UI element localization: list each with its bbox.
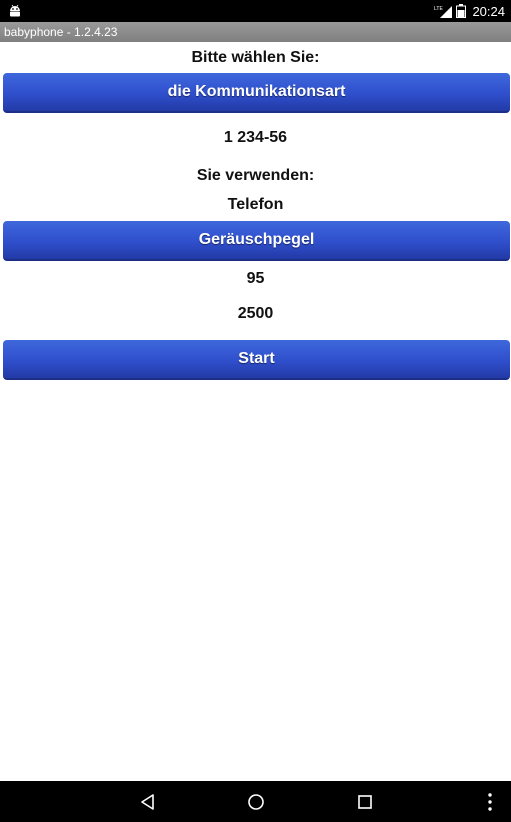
network-label: LTE xyxy=(434,6,443,12)
more-options-icon[interactable] xyxy=(479,791,501,813)
using-label: Sie verwenden: xyxy=(196,167,315,184)
recents-icon[interactable] xyxy=(354,791,376,813)
navigation-bar xyxy=(0,781,511,822)
lte-signal-icon: LTE xyxy=(434,6,453,18)
prompt-label: Bitte wählen Sie: xyxy=(191,49,320,66)
communication-type-button[interactable]: die Kommunikationsart xyxy=(3,73,510,113)
status-icons: LTE 20:24 xyxy=(434,0,505,22)
app-title-bar: babyphone - 1.2.4.23 xyxy=(0,22,511,42)
back-icon[interactable] xyxy=(137,791,159,813)
battery-icon xyxy=(456,4,467,18)
noise-level-button[interactable]: Geräuschpegel xyxy=(3,221,510,261)
clock: 20:24 xyxy=(472,3,505,19)
using-value: Telefon xyxy=(227,196,284,213)
status-bar: LTE 20:24 xyxy=(0,0,511,22)
android-icon xyxy=(10,4,20,17)
phone-number: 1 234-56 xyxy=(223,129,288,146)
delay-value: 2500 xyxy=(237,305,274,322)
home-icon[interactable] xyxy=(245,791,267,813)
noise-level-value: 95 xyxy=(246,270,265,287)
start-button[interactable]: Start xyxy=(3,340,510,380)
